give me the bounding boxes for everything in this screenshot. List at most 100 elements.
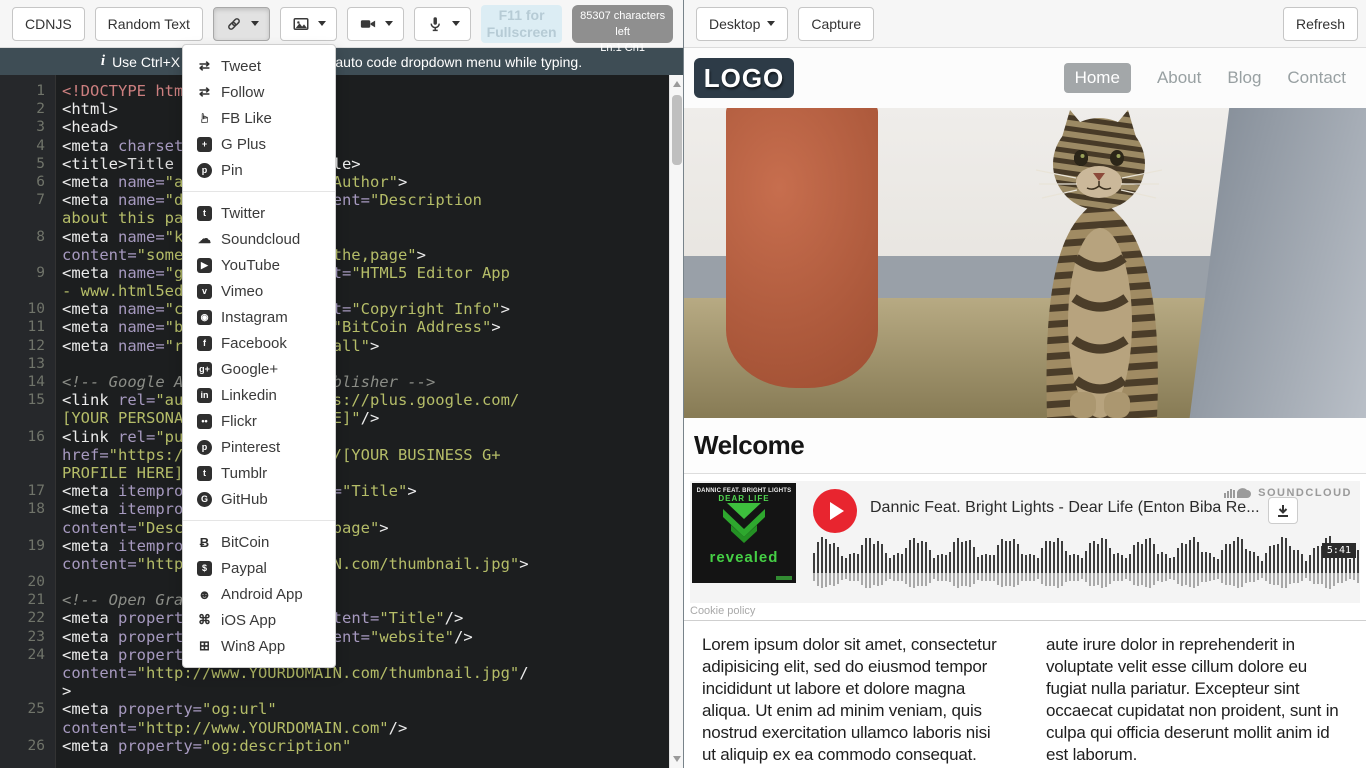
menu-item-g-plus[interactable]: +G Plus [183,131,335,157]
lorem-text-section: Lorem ipsum dolor sit amet, consectetur … [684,621,1366,768]
hero-image-cat [684,108,1366,418]
characters-left-text: 85307 characters left [572,8,673,40]
menu-item-twitter[interactable]: t Twitter [183,200,335,226]
linkedin-icon: in [196,388,213,403]
code-line: 1<!DOCTYPE html> [0,82,683,100]
line-number: 10 [0,300,56,318]
menu-item-google-[interactable]: g+Google+ [183,356,335,382]
line-number: 26 [0,737,56,755]
menu-item-fb-like[interactable]: ☞FB Like [183,105,335,131]
random-text-button[interactable]: Random Text [95,7,203,41]
code-line: content="http://www.YOURDOMAIN.com/thumb… [0,555,683,573]
line-number: 2 [0,100,56,118]
menu-item-label: Pinterest [221,439,280,456]
menu-item-youtube[interactable]: ▶YouTube [183,252,335,278]
microphone-icon [425,15,445,33]
code-line: 18<meta itemprop="description" [0,500,683,518]
menu-item-label: Linkedin [221,387,277,404]
menu-item-label: Facebook [221,335,287,352]
code-line: 21<!-- Open Graph data --> [0,591,683,609]
menu-item-android-app[interactable]: ☻Android App [183,581,335,607]
insert-audio-dropdown-button[interactable] [414,7,471,41]
scroll-up-icon[interactable] [673,81,681,87]
code-line: > [0,682,683,700]
cdnjs-button[interactable]: CDNJS [12,7,85,41]
device-dropdown-button[interactable]: Desktop [696,7,788,41]
scrollbar-thumb[interactable] [672,95,682,165]
play-button[interactable] [813,489,857,533]
thumbs-up-icon: ☞ [196,110,213,126]
line-number [0,555,56,573]
menu-item-ios-app[interactable]: ⌘iOS App [183,607,335,633]
menu-item-label: Vimeo [221,283,263,300]
code-line: PROFILE HERE]"/> [0,464,683,482]
menu-item-soundcloud[interactable]: ☁Soundcloud [183,226,335,252]
download-button[interactable] [1268,497,1298,524]
code-editor-content[interactable]: 1<!DOCTYPE html>2<html>3<head>4<meta cha… [0,75,683,768]
code-line: 8<meta name="keywords" [0,228,683,246]
site-nav: Home About Blog Contact [1064,63,1346,93]
line-number: 23 [0,628,56,646]
device-dropdown-label: Desktop [709,16,760,32]
line-number: 19 [0,537,56,555]
fullscreen-hint: F11 for Fullscreen [481,5,562,43]
terracotta-pot [726,108,878,388]
menu-divider [183,191,335,192]
scroll-down-icon[interactable] [673,756,681,762]
line-number [0,209,56,227]
nav-item-blog[interactable]: Blog [1227,68,1261,88]
menu-item-flickr[interactable]: ••Flickr [183,408,335,434]
menu-item-tumblr[interactable]: tTumblr [183,460,335,486]
nav-item-home[interactable]: Home [1064,63,1131,93]
capture-button[interactable]: Capture [798,7,874,41]
track-duration-badge: 5:41 [1322,543,1356,558]
line-number [0,409,56,427]
line-number: 21 [0,591,56,609]
menu-item-follow[interactable]: ⇄Follow [183,79,335,105]
line-number [0,464,56,482]
menu-item-pinterest[interactable]: p Pinterest [183,434,335,460]
insert-video-dropdown-button[interactable] [347,7,404,41]
characters-left-badge: 85307 characters left Ln:1 Ch1 [572,5,673,43]
chevron-down-icon [251,21,259,26]
chevron-down-icon [318,21,326,26]
code-line: 20 [0,573,683,591]
chevron-down-icon [767,21,775,26]
menu-item-facebook[interactable]: fFacebook [183,330,335,356]
refresh-button[interactable]: Refresh [1283,7,1358,41]
pinterest-icon: p [196,440,213,455]
nav-item-contact[interactable]: Contact [1287,68,1346,88]
line-number: 7 [0,191,56,209]
album-art: DANNIC FEAT. BRIGHT LIGHTS DEAR LIFE rev… [692,483,796,583]
menu-item-vimeo[interactable]: vVimeo [183,278,335,304]
menu-item-paypal[interactable]: $Paypal [183,555,335,581]
twitter-icon: t [196,206,213,221]
track-title-link[interactable]: Dannic Feat. Bright Lights - Dear Life (… [870,499,1260,517]
lorem-column-2: aute irure dolor in reprehenderit in vol… [1046,634,1344,768]
line-number: 9 [0,264,56,282]
line-number: 1 [0,82,56,100]
menu-item-linkedin[interactable]: in Linkedin [183,382,335,408]
menu-item-label: Twitter [221,205,265,222]
menu-item-github[interactable]: GGitHub [183,486,335,512]
line-number: 4 [0,137,56,155]
nav-item-about[interactable]: About [1157,68,1201,88]
menu-item-label: G Plus [221,136,266,153]
menu-item-bitcoin[interactable]: ɃBitCoin [183,529,335,555]
revealed-wordmark: revealed [692,549,796,566]
insert-image-dropdown-button[interactable] [280,7,337,41]
preview-site-header: LOGO HomeAboutBlogContact [684,48,1366,108]
insert-link-dropdown-button[interactable] [213,7,270,41]
menu-item-instagram[interactable]: ◉Instagram [183,304,335,330]
cookie-policy-link[interactable]: Cookie policy [684,603,1366,621]
bitcoin-icon: Ƀ [196,535,213,550]
menu-item-label: YouTube [221,257,280,274]
menu-item-pin[interactable]: pPin [183,157,335,183]
menu-item-win8-app[interactable]: ⊞Win8 App [183,633,335,659]
waveform[interactable] [813,535,1362,590]
code-line: 19<meta itemprop="image" [0,537,683,555]
menu-item-tweet[interactable]: ⇄Tweet [183,53,335,79]
code-editor[interactable]: 1<!DOCTYPE html>2<html>3<head>4<meta cha… [0,75,683,768]
soundcloud-wordmark: SOUNDCLOUD [1258,487,1352,499]
editor-scrollbar[interactable] [669,75,683,768]
